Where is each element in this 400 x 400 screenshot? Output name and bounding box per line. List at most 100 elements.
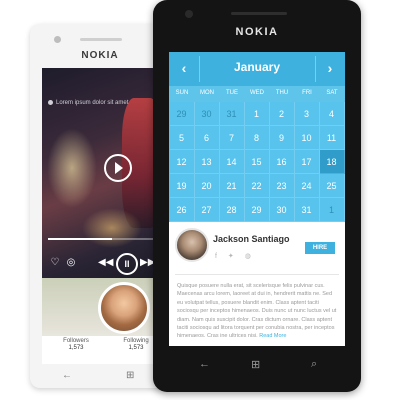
divider — [175, 274, 339, 275]
calendar-day[interactable]: 24 — [294, 174, 320, 198]
front-camera — [54, 36, 61, 43]
music-note-icon — [48, 100, 53, 105]
calendar-day[interactable]: 15 — [244, 150, 270, 174]
calendar-day[interactable]: 17 — [294, 150, 320, 174]
album-art-glow — [82, 208, 142, 248]
calendar-day[interactable]: 2 — [269, 102, 295, 126]
month-title: January — [233, 60, 281, 74]
search-icon[interactable]: ⌕ — [311, 358, 317, 371]
phone-brand: NOKIA — [81, 50, 119, 61]
calendar-day[interactable]: 25 — [319, 174, 345, 198]
calendar-day[interactable]: 13 — [194, 150, 220, 174]
avatar[interactable] — [98, 282, 150, 334]
calendar-day[interactable]: 7 — [219, 126, 245, 150]
calendar-day[interactable]: 4 — [319, 102, 345, 126]
profile-card: Jackson Santiago f ✦ ◍ HIRE — [169, 222, 345, 274]
windows-start-icon[interactable]: ⊞ — [126, 370, 134, 381]
prev-month-button[interactable]: ‹ — [174, 58, 194, 78]
seek-bar[interactable] — [48, 238, 158, 240]
calendar-day[interactable]: 29 — [169, 102, 195, 126]
calendar-day[interactable]: 27 — [194, 198, 220, 222]
weekday-label: SUN — [175, 90, 189, 96]
calendar-day[interactable]: 30 — [194, 102, 220, 126]
next-month-button[interactable]: › — [320, 58, 340, 78]
followers-label: Followers — [63, 338, 89, 344]
calendar-grid: 29 30 31 1 2 3 4 5 6 7 8 9 10 11 12 13 14 15 16 17 18 19 20 21 2… — [169, 102, 345, 222]
calendar-day[interactable]: 8 — [244, 126, 270, 150]
profile-bio: Quisque posuere nulla erat, sit sceleris… — [177, 282, 339, 341]
fast-forward-icon[interactable]: ▶▶ — [140, 256, 155, 270]
weekday-label: MON — [200, 90, 214, 96]
front-phone: NOKIA ‹ January › SUN MON TUE WED THU FRI SAT … — [153, 0, 361, 392]
calendar-day[interactable]: 9 — [269, 126, 295, 150]
front-phone-nav-bar: ← ⊞ ⌕ — [169, 358, 345, 376]
profile-name: Jackson Santiago — [213, 234, 290, 244]
player-controls: ♡ ◎ ◀◀ II ▶▶ — [42, 253, 170, 275]
profile-stats: Followers 1,573 Following 1,573 — [42, 336, 170, 364]
calendar-day[interactable]: 3 — [294, 102, 320, 126]
followers-count: 1,573 — [68, 345, 84, 351]
social-links: f ✦ ◍ — [215, 252, 260, 260]
calendar-day[interactable]: 31 — [219, 102, 245, 126]
weekday-label: TUE — [226, 90, 238, 96]
weekday-label: WED — [250, 90, 264, 96]
track-caption: Lorem ipsum dolor sit amet — [48, 100, 158, 106]
music-player: Lorem ipsum dolor sit amet ♡ ◎ ◀◀ II ▶▶ — [42, 68, 170, 278]
calendar-day[interactable]: 31 — [294, 198, 320, 222]
header-divider — [315, 56, 316, 82]
read-more-link[interactable]: Read More — [259, 333, 286, 339]
phone-brand: NOKIA — [235, 26, 279, 38]
calendar-day[interactable]: 5 — [169, 126, 195, 150]
front-camera — [185, 10, 193, 18]
calendar-day[interactable]: 14 — [219, 150, 245, 174]
seek-bar-fill — [48, 238, 112, 240]
track-caption-text: Lorem ipsum dolor sit amet — [56, 100, 129, 107]
back-phone: NOKIA Lorem ipsum dolor sit amet ♡ ◎ ◀◀ … — [30, 24, 170, 388]
back-arrow-icon[interactable]: ← — [199, 358, 210, 370]
weekday-label: THU — [275, 90, 289, 96]
calendar-day[interactable]: 26 — [169, 198, 195, 222]
album-art-light — [47, 128, 97, 208]
dribbble-icon[interactable]: ◍ — [245, 253, 251, 260]
calendar-day[interactable]: 20 — [194, 174, 220, 198]
calendar-day[interactable]: 6 — [194, 126, 220, 150]
calendar-day[interactable]: 30 — [269, 198, 295, 222]
play-button[interactable] — [104, 154, 132, 182]
calendar-screen: ‹ January › SUN MON TUE WED THU FRI SAT 29 30 31… — [169, 52, 345, 346]
bio-text: Quisque posuere nulla erat, sit sceleris… — [177, 283, 337, 340]
weekday-label: FRI — [302, 90, 312, 96]
calendar-day[interactable]: 1 — [319, 198, 345, 222]
speaker-grille — [231, 12, 287, 15]
following-label: Following — [123, 338, 149, 344]
calendar-day[interactable]: 11 — [319, 126, 345, 150]
back-phone-nav-bar: ← ⊞ — [42, 370, 170, 386]
avatar[interactable] — [175, 228, 209, 262]
calendar-day[interactable]: 16 — [269, 150, 295, 174]
calendar-day[interactable]: 19 — [169, 174, 195, 198]
windows-start-icon[interactable]: ⊞ — [251, 358, 260, 371]
heart-icon[interactable]: ♡ — [48, 256, 62, 270]
calendar-day[interactable]: 21 — [219, 174, 245, 198]
calendar-day[interactable]: 1 — [244, 102, 270, 126]
followers-stat[interactable]: Followers 1,573 — [46, 338, 106, 351]
hire-button[interactable]: HIRE — [305, 242, 335, 254]
calendar-day[interactable]: 29 — [244, 198, 270, 222]
calendar-day[interactable]: 22 — [244, 174, 270, 198]
twitter-icon[interactable]: ✦ — [228, 253, 234, 260]
calendar-day[interactable]: 28 — [219, 198, 245, 222]
back-phone-screen: Lorem ipsum dolor sit amet ♡ ◎ ◀◀ II ▶▶ … — [42, 68, 170, 364]
calendar-header: ‹ January › — [169, 52, 345, 86]
calendar-day[interactable]: 12 — [169, 150, 195, 174]
pause-button[interactable]: II — [116, 253, 138, 275]
rewind-icon[interactable]: ◀◀ — [98, 256, 113, 270]
calendar-day[interactable]: 10 — [294, 126, 320, 150]
facebook-icon[interactable]: f — [215, 253, 217, 260]
back-arrow-icon[interactable]: ← — [62, 370, 72, 381]
weekday-row: SUN MON TUE WED THU FRI SAT — [169, 86, 345, 102]
calendar-day[interactable]: 23 — [269, 174, 295, 198]
profile-cover: Followers 1,573 Following 1,573 — [42, 278, 170, 364]
speaker-grille — [80, 38, 122, 41]
weekday-label: SAT — [326, 90, 338, 96]
calendar-day-selected[interactable]: 18 — [319, 150, 345, 174]
record-icon[interactable]: ◎ — [64, 256, 78, 270]
